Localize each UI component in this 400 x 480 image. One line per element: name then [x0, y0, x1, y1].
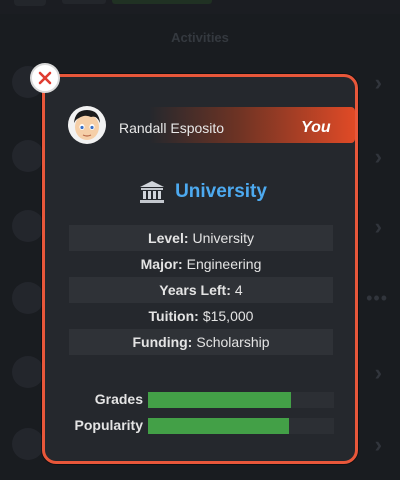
- school-info-modal: Randall Esposito You University Level: U…: [42, 74, 358, 464]
- avatar: [68, 106, 106, 144]
- close-icon: [38, 71, 52, 85]
- popularity-bar-track: [148, 418, 334, 434]
- info-row-level: Level: University: [69, 225, 333, 251]
- info-label: Funding:: [132, 334, 193, 350]
- stat-row-grades: Grades: [45, 387, 361, 413]
- info-row-years-left: Years Left: 4: [69, 277, 333, 303]
- grades-bar-track: [148, 392, 334, 408]
- info-value: Engineering: [186, 256, 262, 272]
- info-label: Tuition:: [148, 308, 199, 324]
- info-row-funding: Funding: Scholarship: [69, 329, 333, 355]
- bank-icon: [140, 181, 165, 203]
- info-value: 4: [234, 282, 243, 298]
- stat-row-popularity: Popularity: [45, 413, 361, 439]
- info-value: University: [192, 230, 254, 246]
- info-row-major: Major: Engineering: [69, 251, 333, 277]
- popularity-bar-fill: [148, 418, 290, 434]
- school-title: University: [45, 177, 361, 207]
- stat-label: Grades: [94, 391, 143, 407]
- close-button[interactable]: [30, 63, 60, 93]
- school-info-list: Level: University Major: Engineering Yea…: [69, 225, 333, 355]
- info-label: Years Left:: [159, 282, 231, 298]
- you-tag: You: [301, 119, 331, 136]
- info-label: Major:: [140, 256, 183, 272]
- stat-bars: Grades Popularity: [45, 387, 361, 439]
- school-title-text: University: [175, 181, 267, 202]
- grades-bar-fill: [148, 392, 292, 408]
- info-value: $15,000: [202, 308, 254, 324]
- info-value: Scholarship: [196, 334, 270, 350]
- user-name: Randall Esposito: [119, 120, 225, 136]
- info-row-tuition: Tuition: $15,000: [69, 303, 333, 329]
- stat-label: Popularity: [74, 417, 143, 433]
- info-label: Level:: [148, 230, 189, 246]
